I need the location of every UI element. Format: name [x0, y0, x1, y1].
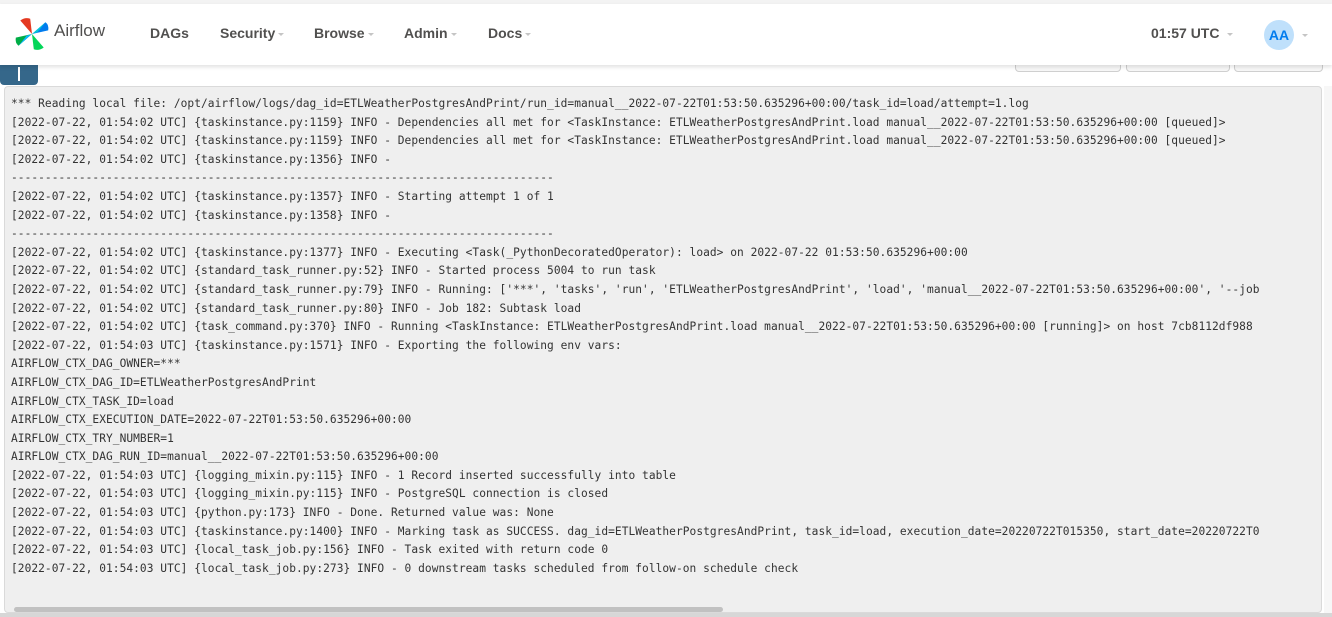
log-line: ----------------------------------------… [11, 171, 554, 185]
log-output-panel[interactable]: *** Reading local file: /opt/airflow/log… [4, 86, 1322, 613]
horizontal-scroll-thumb[interactable] [14, 607, 723, 612]
log-content: *** Reading local file: /opt/airflow/log… [11, 95, 1260, 578]
user-avatar[interactable]: AA [1264, 20, 1294, 50]
log-line: [2022-07-22, 01:54:03 UTC] {local_task_j… [11, 561, 799, 575]
chevron-down-icon [278, 32, 285, 36]
vertical-scrollbar[interactable] [1324, 86, 1332, 613]
top-navbar: Airflow DAGs Security Browse Admin Docs … [0, 4, 1332, 65]
log-line: [2022-07-22, 01:54:02 UTC] {task_command… [11, 320, 1253, 334]
window-bottom-edge [0, 613, 1332, 617]
nav-dags[interactable]: DAGs [150, 25, 189, 41]
log-line: AIRFLOW_CTX_DAG_ID=ETLWeatherPostgresAnd… [11, 375, 317, 389]
chevron-down-icon [450, 32, 457, 36]
log-line: [2022-07-22, 01:54:03 UTC] {logging_mixi… [11, 487, 609, 501]
log-line: [2022-07-22, 01:54:02 UTC] {standard_tas… [11, 264, 656, 278]
timezone-clock-dropdown[interactable]: 01:57 UTC [1151, 25, 1234, 41]
log-line: [2022-07-22, 01:54:02 UTC] {taskinstance… [11, 152, 398, 166]
up-arrow-icon [18, 67, 20, 81]
chevron-down-icon [525, 32, 532, 36]
nav-security-dropdown[interactable]: Security [220, 25, 285, 41]
nav-browse-label: Browse [314, 25, 365, 41]
log-line: ----------------------------------------… [11, 227, 554, 241]
log-line: [2022-07-22, 01:54:03 UTC] {logging_mixi… [11, 468, 676, 482]
log-line: [2022-07-22, 01:54:03 UTC] {python.py:17… [11, 506, 554, 520]
user-menu-chevron-icon[interactable] [1302, 34, 1308, 37]
nav-dags-label: DAGs [150, 25, 189, 41]
nav-docs-label: Docs [488, 25, 523, 41]
log-line: [2022-07-22, 01:54:02 UTC] {taskinstance… [11, 245, 968, 259]
airflow-logo-icon [15, 18, 49, 50]
log-line: [2022-07-22, 01:54:02 UTC] {taskinstance… [11, 208, 398, 222]
log-line: AIRFLOW_CTX_EXECUTION_DATE=2022-07-22T01… [11, 413, 412, 427]
chevron-down-icon [367, 32, 374, 36]
log-line: AIRFLOW_CTX_DAG_OWNER=*** [11, 357, 181, 371]
log-line: *** Reading local file: /opt/airflow/log… [11, 97, 1029, 110]
log-line: AIRFLOW_CTX_TASK_ID=load [11, 394, 174, 408]
log-line: [2022-07-22, 01:54:03 UTC] {taskinstance… [11, 524, 1260, 538]
chevron-down-icon [1227, 32, 1234, 36]
log-line: [2022-07-22, 01:54:02 UTC] {standard_tas… [11, 282, 1260, 296]
log-line: AIRFLOW_CTX_DAG_RUN_ID=manual__2022-07-2… [11, 450, 439, 464]
nav-docs-dropdown[interactable]: Docs [488, 25, 532, 41]
nav-admin-label: Admin [404, 25, 448, 41]
log-line: [2022-07-22, 01:54:02 UTC] {taskinstance… [11, 134, 1226, 148]
nav-admin-dropdown[interactable]: Admin [404, 25, 457, 41]
app-name: Airflow [54, 21, 106, 40]
log-line: [2022-07-22, 01:54:03 UTC] {taskinstance… [11, 338, 622, 352]
log-line: AIRFLOW_CTX_TRY_NUMBER=1 [11, 431, 174, 445]
clock-time: 01:57 UTC [1151, 25, 1220, 41]
nav-browse-dropdown[interactable]: Browse [314, 25, 374, 41]
log-line: [2022-07-22, 01:54:02 UTC] {standard_tas… [11, 301, 581, 315]
nav-security-label: Security [220, 25, 276, 41]
log-line: [2022-07-22, 01:54:02 UTC] {taskinstance… [11, 189, 554, 203]
log-line: [2022-07-22, 01:54:02 UTC] {taskinstance… [11, 115, 1226, 129]
airflow-home-link[interactable]: Airflow [14, 14, 105, 54]
log-line: [2022-07-22, 01:54:03 UTC] {local_task_j… [11, 543, 609, 557]
